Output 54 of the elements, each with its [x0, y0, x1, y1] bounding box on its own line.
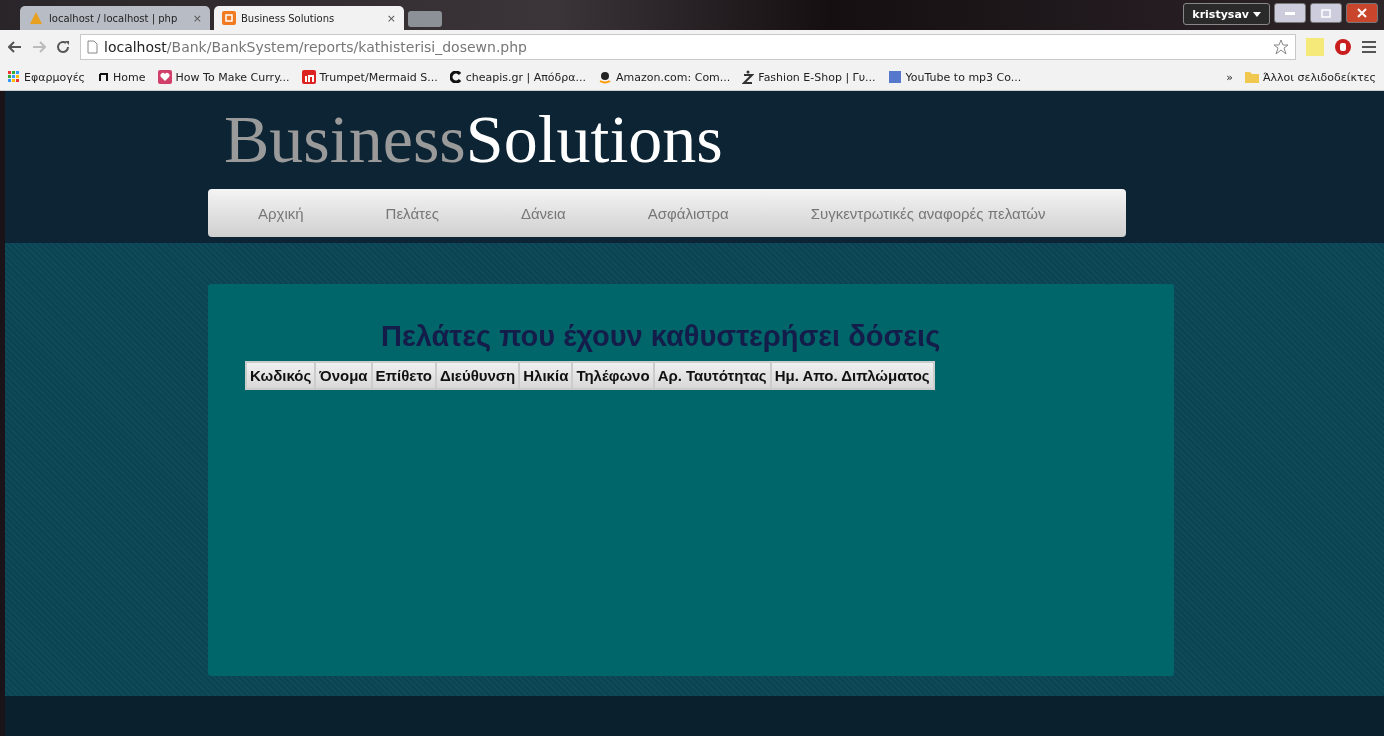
- bookmark-item[interactable]: Home: [97, 70, 146, 84]
- url-host: localhost: [104, 39, 167, 55]
- site-logo-icon: [222, 11, 236, 25]
- caret-icon: [1253, 11, 1261, 17]
- minimize-icon: [1285, 11, 1295, 15]
- tab-title: localhost / localhost | php: [49, 12, 179, 24]
- browser-tab[interactable]: localhost / localhost | php ×: [20, 6, 210, 30]
- column-header: Αρ. Ταυτότητας: [654, 363, 770, 388]
- page-icon: [87, 40, 98, 54]
- tab-title: Business Solutions: [241, 12, 336, 24]
- back-icon[interactable]: [8, 41, 22, 53]
- column-header: Διεύθυνση: [436, 363, 519, 388]
- yt-logo-icon: [887, 70, 902, 84]
- z-logo-icon: [742, 70, 755, 84]
- folder-icon: [1244, 71, 1259, 83]
- address-bar[interactable]: localhost/Bank/BankSystem/reports/kathisterisi_dosewn.php: [80, 34, 1296, 60]
- star-icon[interactable]: [1273, 39, 1289, 55]
- bookmark-item[interactable]: How To Make Curry...: [157, 70, 290, 84]
- column-header: Ηλικία: [520, 363, 572, 388]
- maximize-button[interactable]: [1310, 3, 1342, 23]
- other-bookmarks[interactable]: Άλλοι σελιδοδείκτες: [1244, 70, 1376, 84]
- in-logo-icon: [301, 70, 316, 84]
- page-heading: Πελάτες που έχουν καθυστερήσει δόσεις: [381, 320, 941, 353]
- bookmark-item[interactable]: Trumpet/Mermaid S...: [301, 70, 438, 84]
- column-header: Επίθετο: [372, 363, 435, 388]
- close-icon: [1357, 8, 1367, 18]
- column-header: Τηλέφωνο: [573, 363, 653, 388]
- column-header: Ημ. Απο. Διπλώματος: [771, 363, 933, 388]
- site-logo: BusinessSolutions: [224, 100, 723, 179]
- bookmark-item[interactable]: Fashion E-Shop | Γυ...: [742, 70, 876, 84]
- nav-link[interactable]: Αρχική: [258, 204, 304, 222]
- pma-logo-icon: [28, 10, 44, 26]
- bookmark-item[interactable]: YouTube to mp3 Co...: [887, 70, 1022, 84]
- apps-grid-icon: [8, 71, 20, 83]
- column-header: Κωδικός: [247, 363, 315, 388]
- tab-close-button[interactable]: ×: [192, 11, 202, 25]
- bookmark-item[interactable]: Amazon.com: Com...: [598, 70, 731, 84]
- browser-tab[interactable]: Business Solutions ×: [214, 6, 404, 30]
- url-path: /Bank/BankSystem/reports/kathisterisi_dosewn.php: [166, 39, 527, 55]
- minimize-button[interactable]: [1274, 3, 1306, 23]
- restore-icon: [1321, 8, 1331, 18]
- bookmark-item[interactable]: Εφαρμογές: [8, 70, 86, 84]
- user-button[interactable]: kristysav: [1183, 3, 1270, 25]
- c-logo-icon: [449, 71, 462, 83]
- stop-hand-icon[interactable]: [1334, 38, 1352, 56]
- column-header: Όνομα: [316, 363, 371, 388]
- close-button[interactable]: [1346, 3, 1378, 23]
- menu-icon[interactable]: [1362, 41, 1376, 53]
- bookmark-item[interactable]: cheapis.gr | Απόδρα...: [449, 70, 587, 84]
- heart-icon: [157, 70, 172, 84]
- tab-close-button[interactable]: ×: [386, 11, 396, 25]
- amazon-logo-icon: [598, 70, 613, 84]
- reload-icon[interactable]: [56, 40, 70, 54]
- overflow-chevron[interactable]: »: [1226, 70, 1233, 84]
